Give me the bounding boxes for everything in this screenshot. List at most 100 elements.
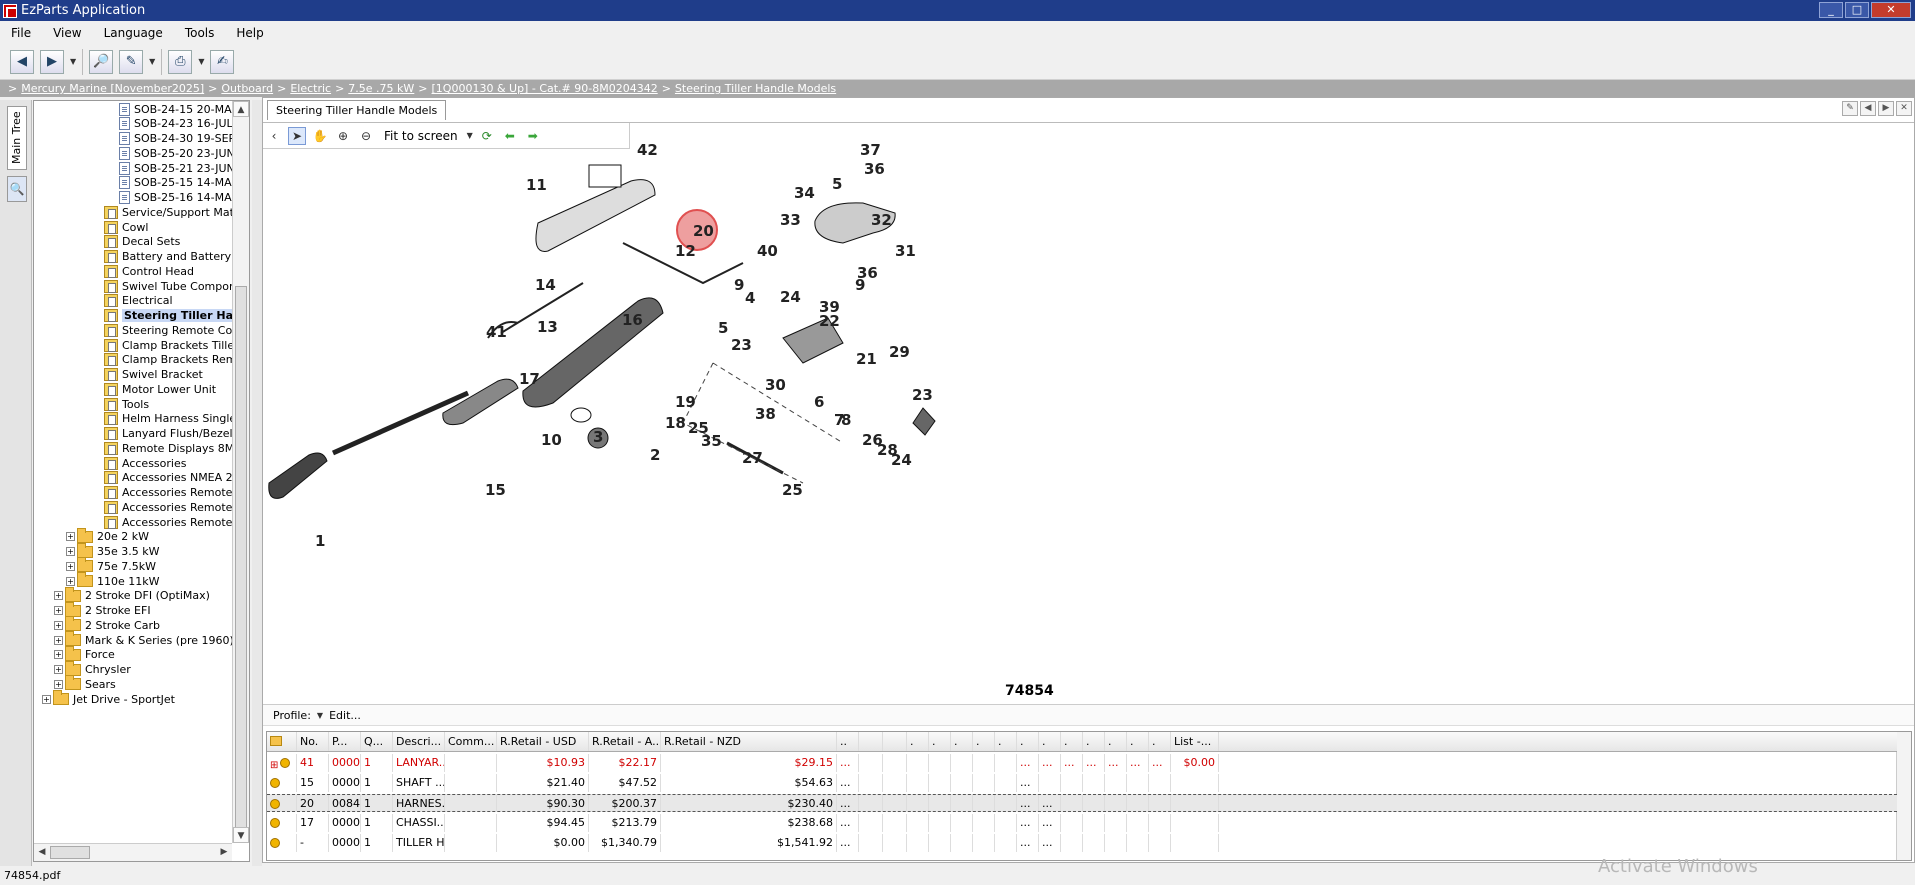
column-header[interactable]: No. bbox=[297, 732, 329, 751]
column-header[interactable] bbox=[859, 732, 883, 751]
callout-label[interactable]: 40 bbox=[757, 242, 778, 260]
column-header[interactable]: . bbox=[1149, 732, 1171, 751]
column-header[interactable]: . bbox=[1083, 732, 1105, 751]
main-tree-tab[interactable]: Main Tree bbox=[7, 106, 27, 170]
collapse-toolbar-icon[interactable]: ‹ bbox=[265, 127, 283, 145]
table-row[interactable]: 2000841HARNES... $90.30$200.37$230.40....… bbox=[267, 794, 1897, 812]
tab-close-icon[interactable]: ✕ bbox=[1896, 101, 1912, 116]
expand-icon[interactable]: + bbox=[54, 635, 63, 645]
pin-icon[interactable]: ✎ bbox=[1842, 101, 1858, 116]
tree-item[interactable]: + Jet Drive - SportJet bbox=[42, 690, 175, 708]
close-button[interactable]: ✕ bbox=[1871, 2, 1911, 18]
callout-label[interactable]: 5 bbox=[718, 319, 728, 337]
column-header[interactable]: R.Retail - A... bbox=[589, 732, 661, 751]
print-button[interactable]: ⎙ bbox=[168, 49, 193, 74]
scroll-up-icon[interactable]: ▲ bbox=[233, 101, 249, 117]
info-icon[interactable] bbox=[270, 799, 280, 809]
maximize-button[interactable]: □ bbox=[1845, 2, 1869, 18]
previous-page-icon[interactable]: ⬅ bbox=[501, 127, 519, 145]
callout-label[interactable]: 24 bbox=[780, 288, 801, 306]
column-header[interactable]: . bbox=[1017, 732, 1039, 751]
callout-label[interactable]: 35 bbox=[701, 432, 722, 450]
cell-more[interactable]: ... bbox=[837, 795, 859, 811]
search-tab[interactable]: 🔍 bbox=[7, 176, 27, 202]
scroll-thumb[interactable] bbox=[50, 846, 90, 859]
column-header[interactable]: . bbox=[1127, 732, 1149, 751]
callout-label[interactable]: 3 bbox=[593, 428, 603, 446]
callout-label[interactable]: 4 bbox=[745, 289, 755, 307]
scroll-left-icon[interactable]: ◀ bbox=[34, 844, 50, 861]
callout-label[interactable]: 13 bbox=[537, 318, 558, 336]
callout-label[interactable]: 6 bbox=[814, 393, 824, 411]
info-icon[interactable] bbox=[270, 838, 280, 848]
column-header[interactable]: . bbox=[951, 732, 973, 751]
callout-label[interactable]: 37 bbox=[860, 141, 881, 159]
zoom-out-icon[interactable]: ⊖ bbox=[357, 127, 375, 145]
grid-vertical-scrollbar[interactable] bbox=[1896, 732, 1911, 860]
breadcrumb-item[interactable]: Electric bbox=[290, 82, 331, 95]
callout-label[interactable]: 36 bbox=[864, 160, 885, 178]
expand-icon[interactable]: + bbox=[66, 576, 75, 586]
callout-label[interactable]: 12 bbox=[675, 242, 696, 260]
column-header[interactable]: Comm... bbox=[445, 732, 497, 751]
expand-icon[interactable]: + bbox=[54, 591, 63, 601]
column-header[interactable]: List -... bbox=[1171, 732, 1219, 751]
expand-icon[interactable]: + bbox=[66, 532, 75, 542]
column-header[interactable]: . bbox=[1105, 732, 1127, 751]
menu-language[interactable]: Language bbox=[93, 26, 174, 40]
callout-label[interactable]: 32 bbox=[871, 211, 892, 229]
column-header[interactable]: . bbox=[1039, 732, 1061, 751]
refresh-icon[interactable]: ⟳ bbox=[478, 127, 496, 145]
back-button[interactable]: ◀ bbox=[10, 49, 34, 74]
callout-label[interactable]: 14 bbox=[535, 276, 556, 294]
tree-vertical-scrollbar[interactable]: ▲ ▼ bbox=[232, 101, 249, 843]
callout-label[interactable]: 11 bbox=[526, 176, 547, 194]
minimize-button[interactable]: _ bbox=[1819, 2, 1843, 18]
menu-help[interactable]: Help bbox=[225, 26, 274, 40]
info-icon[interactable] bbox=[270, 818, 280, 828]
history-dropdown[interactable]: ▼ bbox=[70, 57, 76, 66]
expand-icon[interactable]: + bbox=[54, 665, 63, 674]
cell-more[interactable]: ... bbox=[837, 774, 859, 792]
callout-label[interactable]: 41 bbox=[486, 323, 507, 341]
edit-tools-dropdown[interactable]: ▼ bbox=[149, 57, 155, 66]
cell-more[interactable]: ... bbox=[837, 814, 859, 832]
callout-label[interactable]: 34 bbox=[794, 184, 815, 202]
info-icon[interactable] bbox=[280, 758, 291, 768]
column-header[interactable]: . bbox=[1061, 732, 1083, 751]
breadcrumb-item[interactable]: Mercury Marine [November2025] bbox=[21, 82, 204, 95]
column-header[interactable]: .. bbox=[837, 732, 859, 751]
next-page-icon[interactable]: ➡ bbox=[524, 127, 542, 145]
callout-label[interactable]: 2 bbox=[650, 446, 660, 464]
callout-label[interactable]: 27 bbox=[742, 449, 763, 467]
table-row[interactable]: 17 0000 1 CHASSI... $94.45 $213.79 $238.68....… bbox=[267, 814, 1897, 832]
edit-tools-button[interactable]: ✎ bbox=[119, 49, 144, 74]
breadcrumb-item[interactable]: Outboard bbox=[221, 82, 273, 95]
callout-label[interactable]: 8 bbox=[841, 411, 851, 429]
column-header[interactable]: Descri... bbox=[393, 732, 445, 751]
callout-label[interactable]: 15 bbox=[485, 481, 506, 499]
notes-button[interactable]: ✍ bbox=[210, 49, 235, 74]
expand-icon[interactable]: + bbox=[66, 547, 75, 556]
column-header[interactable]: . bbox=[907, 732, 929, 751]
tab-prev-icon[interactable]: ◀ bbox=[1860, 101, 1876, 116]
tab-next-icon[interactable]: ▶ bbox=[1878, 101, 1894, 116]
info-icon[interactable] bbox=[270, 778, 280, 788]
callout-label[interactable]: 23 bbox=[912, 386, 933, 404]
callout-label[interactable]: 31 bbox=[895, 242, 916, 260]
column-header[interactable]: P... bbox=[329, 732, 361, 751]
table-row[interactable]: ⊞ 41 0000 1 LANYAR... $10.93 $22.17 $29.15.....… bbox=[267, 754, 1897, 772]
zoom-dropdown-icon[interactable]: ▼ bbox=[467, 131, 473, 140]
expand-icon[interactable]: + bbox=[54, 650, 63, 660]
callout-label[interactable]: 22 bbox=[819, 312, 840, 330]
callout-label[interactable]: 17 bbox=[519, 370, 540, 388]
menu-file[interactable]: File bbox=[0, 26, 42, 40]
breadcrumb-item[interactable]: 7.5e .75 kW bbox=[348, 82, 414, 95]
profile-dropdown-icon[interactable]: ▼ bbox=[317, 711, 323, 720]
expand-icon[interactable]: ⊞ bbox=[270, 760, 278, 771]
callout-label[interactable]: 10 bbox=[541, 431, 562, 449]
callout-label[interactable]: 24 bbox=[891, 451, 912, 469]
breadcrumb-item[interactable]: [1Q000130 & Up] - Cat.# 90-8M0204342 bbox=[432, 82, 658, 95]
cell-more[interactable]: ... bbox=[837, 754, 859, 772]
zoom-select[interactable]: Fit to screen bbox=[380, 129, 462, 143]
